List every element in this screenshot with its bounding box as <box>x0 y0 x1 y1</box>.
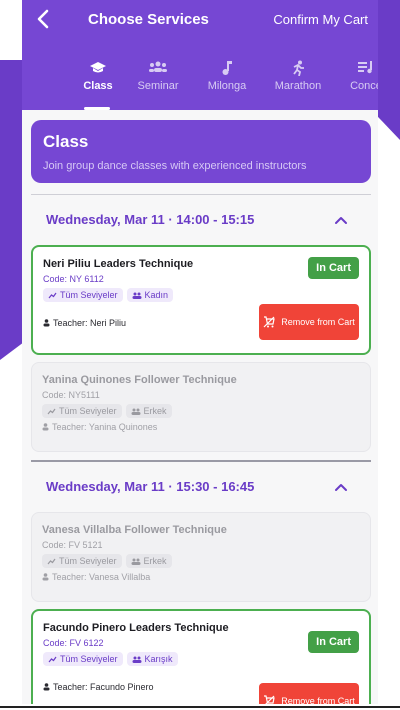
teacher-name: Teacher: Facundo Pinero <box>53 682 154 692</box>
tab-label-milonga: Milonga <box>207 80 247 92</box>
bottom-edge-bar <box>0 706 400 708</box>
person-icon <box>43 319 50 327</box>
remove-from-cart-button[interactable]: Remove from Cart <box>259 304 359 340</box>
confirm-cart-button[interactable]: Confirm My Cart <box>273 12 368 27</box>
tab-class[interactable]: Class <box>66 60 130 92</box>
level-label: Tüm Seviyeler <box>59 406 117 416</box>
tab-marathon[interactable]: Marathon <box>266 60 330 92</box>
role-chip: Erkek <box>125 404 172 418</box>
section-divider <box>31 194 371 195</box>
back-arrow-icon[interactable] <box>36 8 50 35</box>
teacher-name: Teacher: Yanina Quinones <box>52 422 158 432</box>
trend-icon <box>47 408 56 414</box>
tab-milonga[interactable]: Milonga <box>195 60 259 92</box>
chevron-up-icon[interactable] <box>334 213 348 227</box>
people-icon <box>132 656 142 663</box>
tab-label-seminar: Seminar <box>137 80 179 92</box>
session-heading-2: Wednesday, Mar 11 · 15:30 - 16:45 <box>46 479 255 494</box>
people-icon <box>131 408 141 415</box>
class-card[interactable]: Facundo Pinero Leaders Technique Code: F… <box>31 609 371 704</box>
role-chip: Kadın <box>126 288 174 302</box>
banner-subtitle: Join group dance classes with experience… <box>43 160 307 172</box>
trend-icon <box>47 558 56 564</box>
music-note-icon <box>195 60 259 78</box>
person-icon <box>42 573 49 581</box>
trend-icon <box>48 656 57 662</box>
class-name: Facundo Pinero Leaders Technique <box>43 622 229 634</box>
banner-title: Class <box>43 132 89 151</box>
chevron-up-icon[interactable] <box>334 480 348 494</box>
remove-cart-icon <box>263 316 275 328</box>
people-icon <box>131 558 141 565</box>
service-tabs: Class Seminar Milonga Marathon Conc <box>22 60 378 110</box>
graduation-cap-icon <box>66 60 130 78</box>
remove-label: Remove from Cart <box>281 317 355 327</box>
class-card[interactable]: Yanina Quinones Follower Technique Code:… <box>31 362 371 452</box>
class-code: Code: NY5111 <box>42 390 100 400</box>
person-icon <box>43 683 50 691</box>
in-cart-badge: In Cart <box>308 631 359 653</box>
person-icon <box>42 423 49 431</box>
class-name: Vanesa Villalba Follower Technique <box>42 524 227 536</box>
level-chip: Tüm Seviyeler <box>43 652 123 666</box>
class-code: Code: FV 5121 <box>42 540 103 550</box>
class-name: Yanina Quinones Follower Technique <box>42 374 237 386</box>
role-chip: Erkek <box>125 554 172 568</box>
session-heading-1: Wednesday, Mar 11 · 14:00 - 15:15 <box>46 212 255 227</box>
playlist-icon <box>334 60 378 78</box>
category-banner: Class Join group dance classes with expe… <box>31 120 371 183</box>
level-label: Tüm Seviyeler <box>59 556 117 566</box>
level-chip: Tüm Seviyeler <box>42 554 122 568</box>
class-tags: Tüm Seviyeler Kadın <box>43 288 359 302</box>
class-card[interactable]: Neri Piliu Leaders Technique Code: NY 61… <box>31 245 371 355</box>
level-label: Tüm Seviyeler <box>60 654 118 664</box>
tab-label-marathon: Marathon <box>274 80 322 92</box>
role-label: Kadın <box>144 290 169 300</box>
teacher-name: Teacher: Vanesa Villalba <box>52 572 151 582</box>
group-icon <box>126 60 190 78</box>
tab-label-concert: Conce <box>350 80 378 92</box>
active-tab-indicator <box>84 107 110 110</box>
tab-seminar[interactable]: Seminar <box>126 60 190 92</box>
teacher-line: Teacher: Yanina Quinones <box>42 422 360 432</box>
teacher-name: Teacher: Neri Piliu <box>53 318 127 328</box>
class-tags: Tüm Seviyeler Erkek <box>42 404 360 418</box>
runner-icon <box>266 60 330 78</box>
trend-icon <box>48 292 57 298</box>
remove-from-cart-button[interactable]: Remove from Cart <box>259 683 359 704</box>
level-chip: Tüm Seviyeler <box>43 288 123 302</box>
role-chip: Karışık <box>126 652 178 666</box>
remove-cart-icon <box>264 695 275 704</box>
level-chip: Tüm Seviyeler <box>42 404 122 418</box>
page-title: Choose Services <box>88 11 209 28</box>
role-label: Erkek <box>143 556 167 566</box>
people-icon <box>132 292 142 299</box>
level-label: Tüm Seviyeler <box>60 290 118 300</box>
role-label: Erkek <box>143 406 167 416</box>
class-tags: Tüm Seviyeler Karışık <box>43 652 359 666</box>
remove-label: Remove from Cart <box>281 696 355 704</box>
tab-concert[interactable]: Conce <box>334 60 378 92</box>
app-screen: Choose Services Confirm My Cart Class Se… <box>22 0 378 704</box>
class-tags: Tüm Seviyeler Erkek <box>42 554 360 568</box>
class-name: Neri Piliu Leaders Technique <box>43 258 194 270</box>
class-card[interactable]: Vanesa Villalba Follower Technique Code:… <box>31 512 371 602</box>
tab-label-class: Class <box>83 80 113 92</box>
teacher-line: Teacher: Vanesa Villalba <box>42 572 360 582</box>
in-cart-badge: In Cart <box>308 257 359 279</box>
top-bar: Choose Services Confirm My Cart Class Se… <box>22 0 378 110</box>
role-label: Karışık <box>144 654 173 664</box>
section-divider <box>31 460 371 462</box>
